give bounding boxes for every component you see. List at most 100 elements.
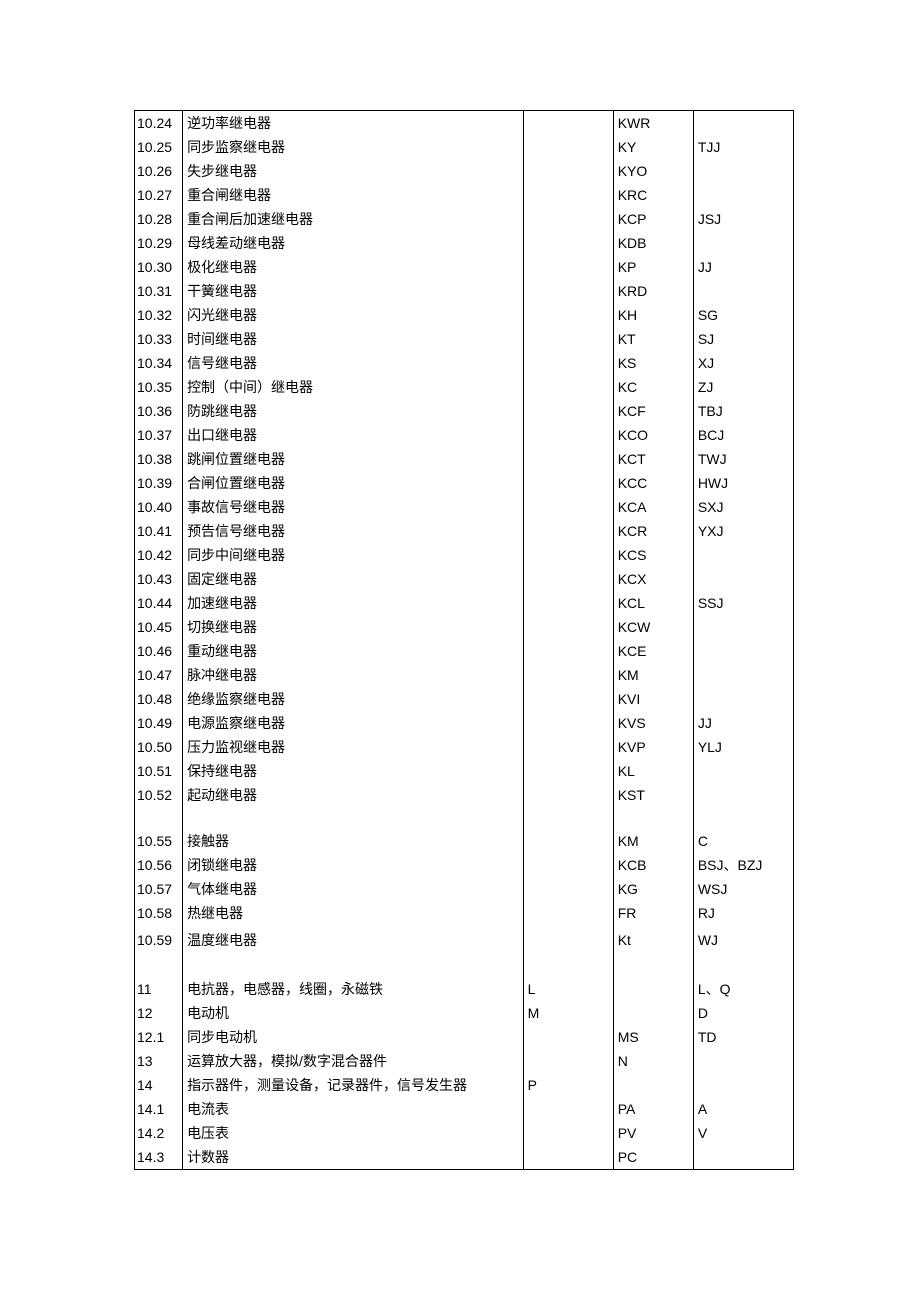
cell-col3	[523, 735, 613, 759]
table-row: 10.44加速继电器KCLSSJ	[135, 591, 794, 615]
cell-name: 电压表	[183, 1121, 524, 1145]
cell-index: 12	[135, 1001, 183, 1025]
cell-col3	[523, 543, 613, 567]
cell-col5: C	[693, 829, 793, 853]
cell-col3	[523, 901, 613, 925]
cell-col4: PV	[613, 1121, 693, 1145]
table-row: 10.38跳闸位置继电器KCTTWJ	[135, 447, 794, 471]
cell-name: 时间继电器	[183, 327, 524, 351]
cell-index: 10.36	[135, 399, 183, 423]
cell-col4: PC	[613, 1145, 693, 1170]
cell-index: 10.50	[135, 735, 183, 759]
cell-index: 14	[135, 1073, 183, 1097]
cell-index: 13	[135, 1049, 183, 1073]
table-row: 10.30极化继电器KPJJ	[135, 255, 794, 279]
cell-index: 10.47	[135, 663, 183, 687]
cell-name: 防跳继电器	[183, 399, 524, 423]
cell-index: 14.3	[135, 1145, 183, 1170]
table-row: 14.1电流表PAA	[135, 1097, 794, 1121]
cell-col5	[693, 687, 793, 711]
cell-col5	[693, 1049, 793, 1073]
cell-col5	[693, 231, 793, 255]
cell-name: 脉冲继电器	[183, 663, 524, 687]
cell-index: 10.49	[135, 711, 183, 735]
cell-name: 重合闸继电器	[183, 183, 524, 207]
cell-col4: KRD	[613, 279, 693, 303]
cell-col4: KS	[613, 351, 693, 375]
cell-name: 指示器件，测量设备，记录器件，信号发生器	[183, 1073, 524, 1097]
cell-col5	[693, 759, 793, 783]
cell-col3	[523, 279, 613, 303]
cell-index: 10.41	[135, 519, 183, 543]
cell-name: 运算放大器，模拟/数字混合器件	[183, 1049, 524, 1073]
cell-col4: KCL	[613, 591, 693, 615]
cell-index: 10.46	[135, 639, 183, 663]
cell-index: 10.37	[135, 423, 183, 447]
cell-index: 10.39	[135, 471, 183, 495]
cell-col4: KWR	[613, 111, 693, 136]
table-row: 10.25同步监察继电器KYTJJ	[135, 135, 794, 159]
cell-index: 10.26	[135, 159, 183, 183]
cell-name: 跳闸位置继电器	[183, 447, 524, 471]
cell-index: 10.40	[135, 495, 183, 519]
cell-col3	[523, 255, 613, 279]
cell-name: 固定继电器	[183, 567, 524, 591]
cell-col4: KCB	[613, 853, 693, 877]
cell-index: 14.1	[135, 1097, 183, 1121]
cell-index: 10.55	[135, 829, 183, 853]
table-row: 10.42同步中间继电器KCS	[135, 543, 794, 567]
cell-col5	[693, 783, 793, 807]
cell-col3	[523, 663, 613, 687]
cell-col5	[693, 1145, 793, 1170]
cell-col5	[693, 543, 793, 567]
cell-col5: TJJ	[693, 135, 793, 159]
cell-name: 温度继电器	[183, 925, 524, 955]
cell-col3	[523, 877, 613, 901]
cell-col3	[523, 447, 613, 471]
table-row: 10.26失步继电器KYO	[135, 159, 794, 183]
cell-index: 10.58	[135, 901, 183, 925]
cell-col3	[523, 711, 613, 735]
cell-index: 10.59	[135, 925, 183, 955]
cell-col4: KC	[613, 375, 693, 399]
cell-col3	[523, 375, 613, 399]
cell-blank	[613, 807, 693, 829]
cell-col4: KVS	[613, 711, 693, 735]
cell-col5: YLJ	[693, 735, 793, 759]
cell-name: 同步电动机	[183, 1025, 524, 1049]
table-row: 10.48绝缘监察继电器KVI	[135, 687, 794, 711]
table-row: 10.24逆功率继电器KWR	[135, 111, 794, 136]
table-row: 12电动机MD	[135, 1001, 794, 1025]
table-row: 10.57气体继电器KGWSJ	[135, 877, 794, 901]
table-row: 11电抗器，电感器，线圈，永磁铁LL、Q	[135, 977, 794, 1001]
table-row: 10.46重动继电器KCE	[135, 639, 794, 663]
cell-col4: Kt	[613, 925, 693, 955]
cell-col3	[523, 853, 613, 877]
cell-col4: KCC	[613, 471, 693, 495]
cell-col3	[523, 639, 613, 663]
cell-name: 压力监视继电器	[183, 735, 524, 759]
cell-name: 电抗器，电感器，线圈，永磁铁	[183, 977, 524, 1001]
table-row: 10.55接触器KMC	[135, 829, 794, 853]
cell-name: 重动继电器	[183, 639, 524, 663]
cell-name: 加速继电器	[183, 591, 524, 615]
cell-col3	[523, 327, 613, 351]
cell-blank	[523, 955, 613, 977]
cell-name: 热继电器	[183, 901, 524, 925]
table-row: 13运算放大器，模拟/数字混合器件N	[135, 1049, 794, 1073]
cell-index: 11	[135, 977, 183, 1001]
cell-index: 10.57	[135, 877, 183, 901]
cell-col5: SJ	[693, 327, 793, 351]
cell-name: 电源监察继电器	[183, 711, 524, 735]
cell-col3	[523, 495, 613, 519]
cell-col5: JJ	[693, 711, 793, 735]
cell-col3	[523, 159, 613, 183]
cell-col5: YXJ	[693, 519, 793, 543]
table-row: 10.52起动继电器KST	[135, 783, 794, 807]
cell-col3	[523, 1121, 613, 1145]
cell-col4: FR	[613, 901, 693, 925]
cell-col3	[523, 231, 613, 255]
table-row: 10.47脉冲继电器KM	[135, 663, 794, 687]
table-row	[135, 955, 794, 977]
cell-col3: L	[523, 977, 613, 1001]
